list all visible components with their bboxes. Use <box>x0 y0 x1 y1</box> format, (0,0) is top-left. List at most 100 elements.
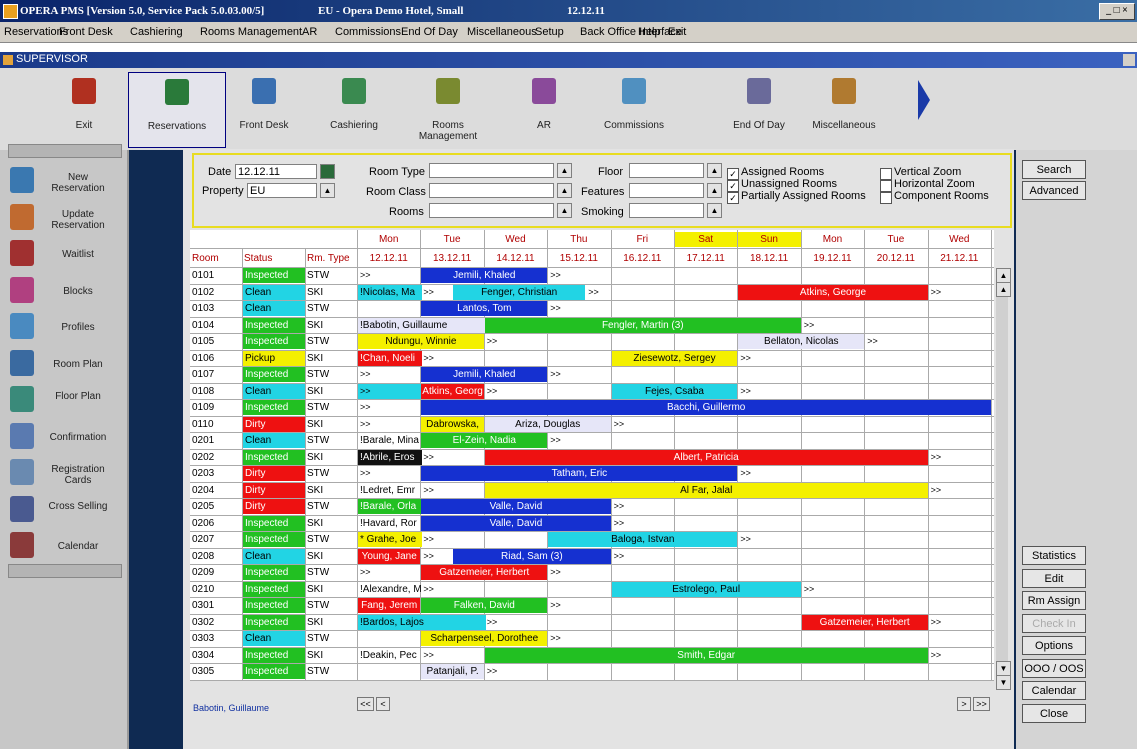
continuation-marker[interactable]: >> <box>548 268 612 283</box>
reservation-block[interactable]: !Abrile, Eros <box>358 449 423 465</box>
room-type-input[interactable] <box>429 163 554 178</box>
continuation-marker[interactable]: >> <box>358 565 422 580</box>
reservation-block[interactable]: !Barale, Orla <box>358 499 423 514</box>
reservation-block[interactable]: Smith, Edgar <box>484 647 928 663</box>
room-number[interactable]: 0110 <box>192 417 242 432</box>
continuation-marker[interactable]: >> <box>358 466 422 481</box>
continuation-marker[interactable]: >> <box>548 367 612 382</box>
room-status[interactable]: Dirty <box>243 416 305 432</box>
calendar-picker-icon[interactable] <box>320 164 335 179</box>
reservation-block[interactable]: Bacchi, Guillermo <box>421 400 991 415</box>
room-status[interactable]: Clean <box>243 631 305 646</box>
continuation-marker[interactable]: >> <box>929 648 993 663</box>
nav-floor-plan[interactable]: Floor Plan <box>0 381 124 419</box>
continuation-marker[interactable]: >> <box>421 450 485 465</box>
room-number[interactable]: 0201 <box>192 433 242 448</box>
continuation-marker[interactable]: >> <box>865 334 929 349</box>
reservation-block[interactable]: !Bardos, Lajos <box>358 614 486 630</box>
reservation-block[interactable]: Ariza, Douglas <box>484 416 611 432</box>
check-vertical-zoom[interactable] <box>880 168 892 180</box>
continuation-marker[interactable]: >> <box>358 400 422 415</box>
nav-profiles[interactable]: Profiles <box>0 308 124 346</box>
room-class-dropdown-icon[interactable]: ▲ <box>557 183 572 198</box>
toolbar-commissions-button[interactable]: Commissions <box>590 72 678 146</box>
continuation-marker[interactable]: >> <box>358 367 422 382</box>
continuation-marker[interactable]: >> <box>485 615 549 630</box>
nav-confirmation[interactable]: Confirmation <box>0 418 124 456</box>
continuation-marker[interactable]: >> <box>612 417 676 432</box>
smoking-input[interactable] <box>629 203 704 218</box>
check-horizontal-zoom[interactable] <box>880 180 892 192</box>
nav-update-reservation[interactable]: Update Reservation <box>0 199 124 237</box>
edit-button[interactable]: Edit <box>1022 568 1086 588</box>
room-status[interactable]: Inspected <box>243 268 305 283</box>
room-status[interactable]: Dirty <box>243 482 305 498</box>
reservation-block[interactable]: Riad, Sam (3) <box>453 548 611 564</box>
search-button[interactable]: Search <box>1022 160 1086 179</box>
continuation-marker[interactable]: >> <box>612 499 676 514</box>
reservation-block[interactable]: !Ledret, Emr <box>358 483 422 498</box>
reservation-block[interactable]: Albert, Patricia <box>484 449 928 465</box>
reservation-block[interactable]: * Grahe, Joe <box>358 532 423 547</box>
continuation-marker[interactable]: >> <box>929 450 993 465</box>
room-number[interactable]: 0209 <box>192 565 242 580</box>
toolbar-end-of-day-button[interactable]: End Of Day <box>715 72 803 146</box>
reservation-block[interactable]: !Chan, Noeli <box>358 350 423 366</box>
rooms-dropdown-icon[interactable]: ▲ <box>557 203 572 218</box>
reservation-block[interactable]: Tatham, Eric <box>421 466 738 481</box>
room-number[interactable]: 0301 <box>192 598 242 613</box>
left-panel-scroll-down[interactable] <box>8 564 122 578</box>
room-status[interactable]: Inspected <box>243 334 305 349</box>
reservation-block[interactable]: Ziesewotz, Sergey <box>611 350 738 366</box>
rm-assign-button[interactable]: Rm Assign <box>1022 591 1086 610</box>
continuation-marker[interactable]: >> <box>485 384 549 399</box>
room-status[interactable]: Inspected <box>243 532 305 547</box>
features-input[interactable] <box>629 183 704 198</box>
continuation-marker[interactable]: >> <box>421 532 485 547</box>
room-number[interactable]: 0305 <box>192 664 242 679</box>
nav-new-reservation[interactable]: New Reservation <box>0 162 124 200</box>
continuation-marker[interactable]: >> <box>612 549 676 564</box>
reservation-block[interactable]: El-Zein, Nadia <box>421 433 548 448</box>
reservation-block[interactable]: Gatzemeier, Herbert <box>801 614 928 630</box>
room-number[interactable]: 0104 <box>192 318 242 333</box>
continuation-marker[interactable]: >> <box>929 285 993 300</box>
reservation-block[interactable]: Jemili, Khaled <box>421 268 548 283</box>
room-number[interactable]: 0207 <box>192 532 242 547</box>
room-number[interactable]: 0109 <box>192 400 242 415</box>
reservation-block[interactable]: Gatzemeier, Herbert <box>421 565 548 580</box>
nav-first-button[interactable]: << <box>357 697 374 711</box>
room-number[interactable]: 0302 <box>192 615 242 630</box>
continuation-marker[interactable]: >> <box>548 565 612 580</box>
reservation-block[interactable]: !Deakin, Pec <box>358 648 422 663</box>
reservation-block[interactable]: Valle, David <box>421 499 611 514</box>
toolbar-front-desk-button[interactable]: Front Desk <box>220 72 308 146</box>
continuation-marker[interactable]: >> <box>586 285 612 300</box>
toolbar-next-arrow-icon[interactable] <box>918 80 930 120</box>
check-component-rooms[interactable] <box>880 192 892 204</box>
continuation-marker[interactable]: >> <box>548 301 612 316</box>
reservation-block[interactable]: Falken, David <box>421 598 548 613</box>
continuation-marker[interactable]: >> <box>802 318 866 333</box>
room-status[interactable]: Inspected <box>243 581 305 597</box>
close-button[interactable]: Close <box>1022 703 1086 723</box>
check-unassigned-rooms[interactable]: ✓ <box>727 180 739 192</box>
nav-room-plan[interactable]: Room Plan <box>0 345 124 383</box>
room-number[interactable]: 0102 <box>192 285 242 300</box>
room-number[interactable]: 0202 <box>192 450 242 465</box>
room-status[interactable]: Clean <box>243 284 305 300</box>
continuation-marker[interactable]: >> <box>421 648 485 663</box>
room-status[interactable]: Inspected <box>243 598 305 613</box>
nav-registration-cards[interactable]: Registration Cards <box>0 454 124 492</box>
room-status[interactable]: Dirty <box>243 466 305 481</box>
reservation-block[interactable]: !Babotin, Guillaume <box>358 317 486 333</box>
reservation-block[interactable]: Lantos, Tom <box>421 301 548 316</box>
menu-ar[interactable]: AR <box>302 26 317 38</box>
room-number[interactable]: 0204 <box>192 483 242 498</box>
room-number[interactable]: 0108 <box>192 384 242 399</box>
continuation-marker[interactable]: >> <box>738 351 802 366</box>
menu-end-of-day[interactable]: End Of Day <box>401 26 458 38</box>
reservation-block[interactable]: Atkins, George <box>738 284 928 300</box>
continuation-marker[interactable]: >> <box>738 384 802 399</box>
reservation-block[interactable]: Ndungu, Winnie <box>358 334 484 349</box>
